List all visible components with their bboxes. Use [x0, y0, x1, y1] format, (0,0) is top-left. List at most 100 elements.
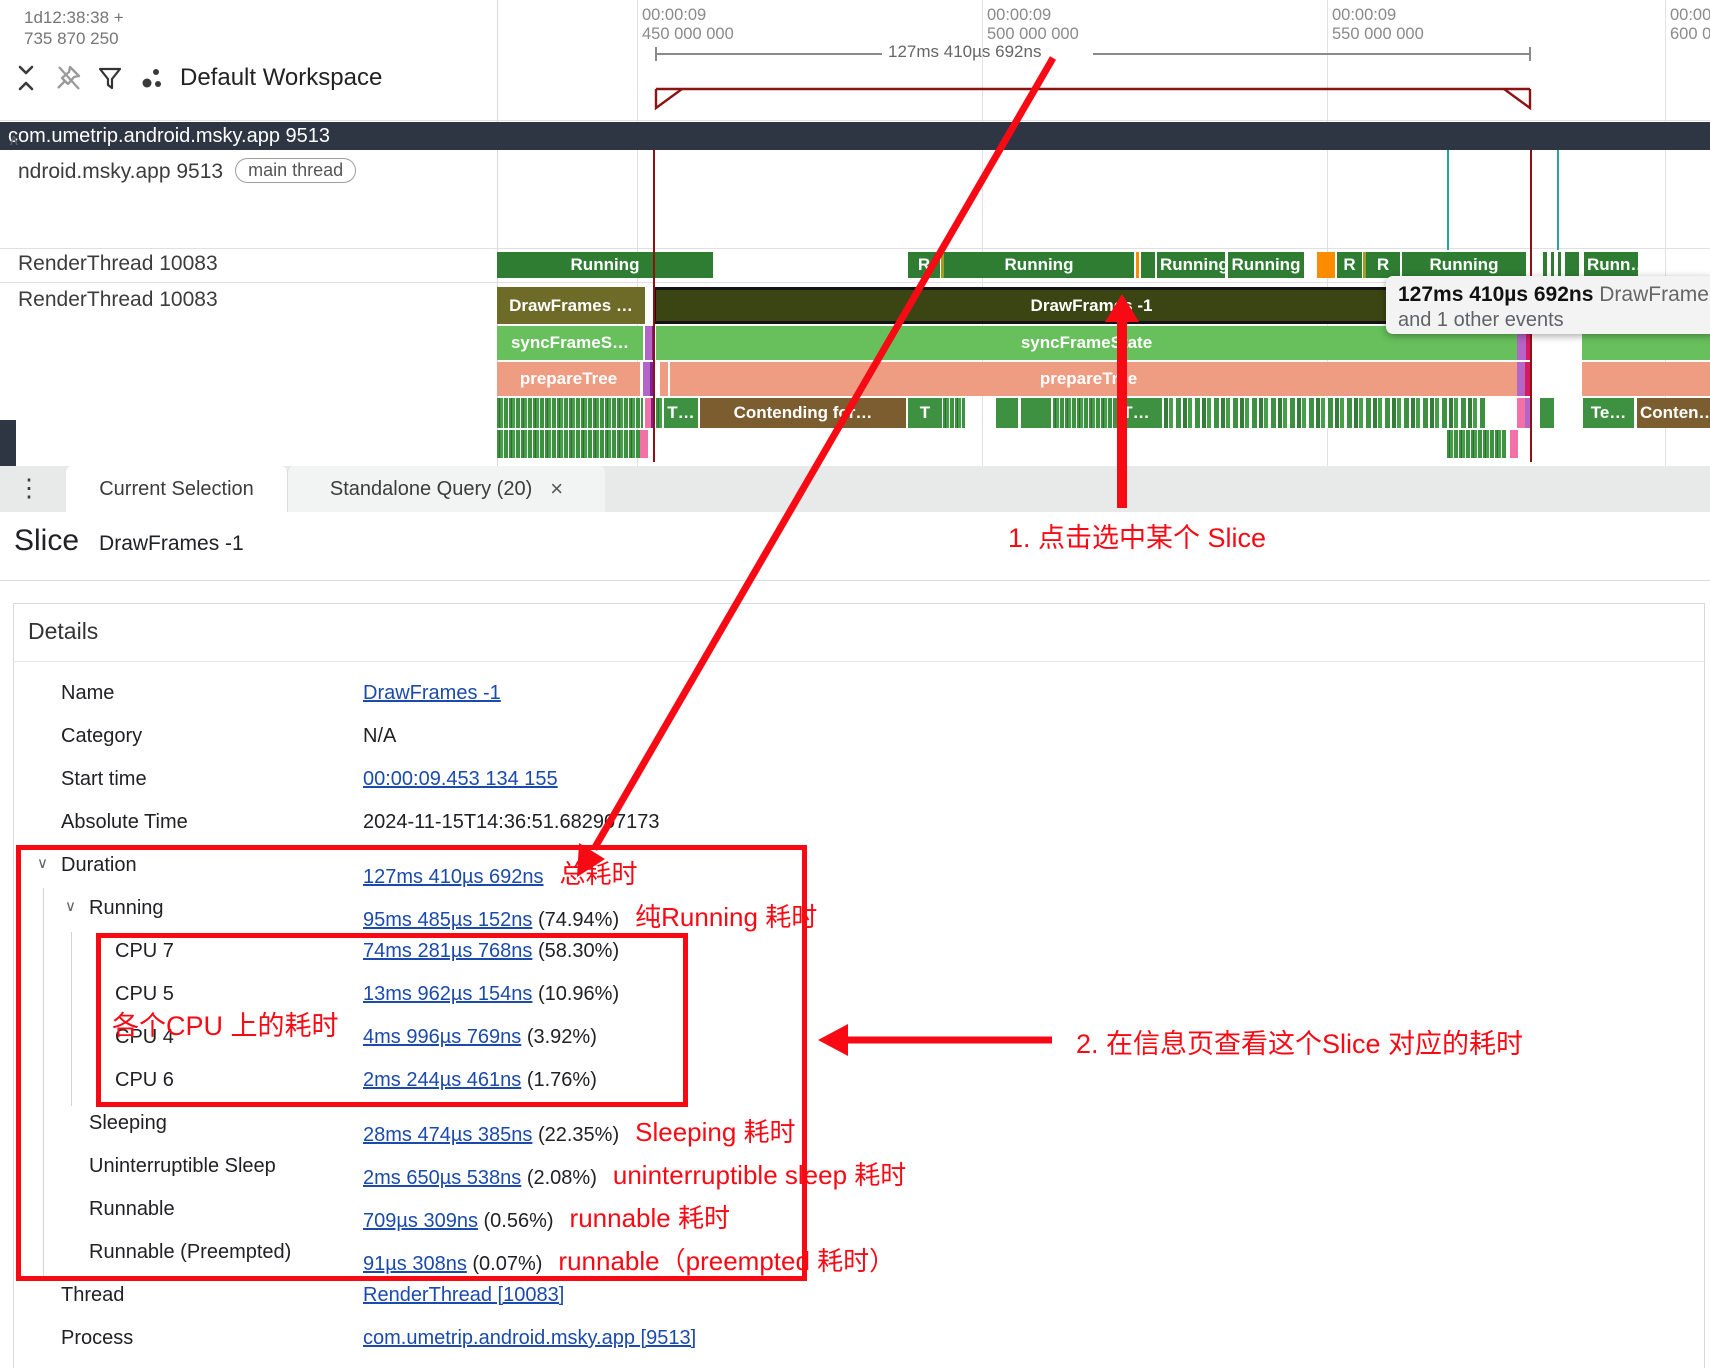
timeline-slice[interactable] [497, 398, 643, 428]
detail-value-link[interactable]: com.umetrip.android.msky.app [9513] [363, 1327, 696, 1349]
collapse-chevron-icon[interactable]: ∨ [65, 897, 76, 915]
detail-value-text: N/A [363, 725, 396, 747]
timeline-slice-prepareTree[interactable]: prepareTree [497, 362, 640, 396]
detail-value-cell: 91µs 308ns (0.07%) runnable（preempted 耗时） [363, 1241, 895, 1278]
vsync-marker [1447, 150, 1449, 250]
slice-label: R [1374, 255, 1392, 275]
details-title-separator [13, 661, 1705, 662]
detail-value-link[interactable]: 13ms 962µs 154ns [363, 983, 532, 1005]
timeline-slice-T[interactable]: T… [664, 398, 698, 428]
detail-value-text: 2024-11-15T14:36:51.682907173 [363, 811, 660, 833]
detail-label: Start time [61, 768, 147, 791]
timeline-slice[interactable] [1517, 362, 1525, 396]
timeline-slice[interactable] [1021, 398, 1051, 428]
timeline-slice[interactable] [1317, 252, 1335, 278]
track-main-thread[interactable]: ndroid.msky.app 9513main thread [18, 158, 356, 184]
slice-label: T [917, 403, 933, 423]
annotation-note: runnable（preempted 耗时） [558, 1246, 895, 1276]
timeline-slice[interactable] [645, 326, 652, 360]
detail-value-link[interactable]: 127ms 410µs 692ns [363, 866, 544, 888]
detail-value-link[interactable]: 709µs 309ns [363, 1210, 478, 1232]
tab-current-selection[interactable]: Current Selection [66, 466, 287, 512]
detail-value-link[interactable]: 91µs 308ns [363, 1253, 467, 1275]
close-icon[interactable]: × [550, 476, 563, 502]
timeline-slice-R[interactable]: R [1366, 252, 1400, 278]
timeline-slice-R[interactable]: R [908, 252, 940, 278]
detail-value-link[interactable]: 2ms 244µs 461ns [363, 1069, 521, 1091]
timeline-slice-prepareTree[interactable]: prepareTree [660, 362, 1517, 396]
collapse-chevron-icon[interactable]: ∨ [37, 854, 48, 872]
timeline-slice[interactable] [1565, 252, 1579, 278]
slice-label: Te… [1588, 403, 1630, 423]
timeline-slice[interactable] [943, 398, 965, 428]
timeline-slice-Running[interactable]: Running [497, 252, 713, 278]
overflow-menu-icon[interactable]: ⋮ [16, 473, 42, 503]
timeline-slice-Conten[interactable]: Conten… [1637, 398, 1710, 428]
timeline-slice-Running[interactable]: Running [1228, 252, 1304, 278]
selection-bracket [0, 0, 1710, 120]
timeline-slice[interactable] [1447, 430, 1507, 458]
track-renderthread-slices[interactable]: RenderThread 10083 [18, 288, 218, 312]
detail-percent: (58.30%) [532, 940, 619, 962]
slice-label: DrawFrames -1 [1028, 296, 1156, 316]
detail-row-absolute-time: Absolute Time2024-11-15T14:36:51.6829071… [0, 803, 1710, 846]
detail-value-cell: 95ms 485µs 152ns (74.94%)纯Running 耗时 [363, 897, 817, 934]
detail-value-link[interactable]: 28ms 474µs 385ns [363, 1124, 532, 1146]
timeline-slice-T[interactable]: T [908, 398, 942, 428]
timeline-slice-Te[interactable]: Te… [1583, 398, 1634, 428]
timeline-slice[interactable] [656, 398, 662, 428]
detail-label: Process [61, 1327, 133, 1350]
track-renderthread-sched[interactable]: RenderThread 10083 [18, 252, 218, 276]
detail-percent: (22.35%) [532, 1124, 619, 1146]
detail-row-thread: ThreadRenderThread [10083] [0, 1276, 1710, 1319]
timeline-slice[interactable] [1141, 252, 1155, 278]
timeline-slice[interactable] [1540, 398, 1554, 428]
annotation-note: runnable 耗时 [570, 1203, 730, 1233]
detail-row-cpu-7: CPU 774ms 281µs 768ns (58.30%) [0, 932, 1710, 975]
timeline-slice-T[interactable]: T… [1115, 398, 1157, 428]
detail-value-link[interactable]: 95ms 485µs 152ns [363, 909, 532, 931]
timeline-slice-Running[interactable]: Running [1157, 252, 1225, 278]
timeline-slice-Running[interactable]: Running [944, 252, 1134, 278]
detail-value-link[interactable]: DrawFrames -1 [363, 682, 501, 704]
detail-row-uninterruptible-sleep: Uninterruptible Sleep2ms 650µs 538ns (2.… [0, 1147, 1710, 1190]
detail-percent: (74.94%) [532, 909, 619, 931]
detail-value-link[interactable]: 00:00:09.453 134 155 [363, 768, 558, 790]
detail-value-cell: 28ms 474µs 385ns (22.35%)Sleeping 耗时 [363, 1112, 796, 1149]
timeline-slice[interactable] [643, 362, 650, 396]
detail-value-cell: 2024-11-15T14:36:51.682907173 [363, 811, 660, 834]
timeline-slice[interactable] [996, 398, 1018, 428]
timeline-slice[interactable] [668, 362, 670, 396]
detail-value-cell: 4ms 996µs 769ns (3.92%) [363, 1026, 597, 1049]
tab-standalone-query[interactable]: Standalone Query (20) × [287, 466, 605, 512]
timeline-slice[interactable] [1157, 398, 1487, 428]
timeline-slice[interactable] [497, 430, 643, 458]
detail-value-link[interactable]: RenderThread [10083] [363, 1284, 564, 1306]
detail-percent: (0.07%) [467, 1253, 543, 1275]
collapse-chevron-icon[interactable]: ∧ [8, 130, 20, 150]
detail-value-link[interactable]: 74ms 281µs 768ns [363, 940, 532, 962]
slice-label: Running [1427, 255, 1502, 275]
timeline-slice-syncFrameS[interactable]: syncFrameS… [497, 326, 643, 360]
process-group-header[interactable]: ∧ com.umetrip.android.msky.app 9513 [0, 122, 1710, 150]
timeline-slice-DrawFrames[interactable]: DrawFrames … [497, 287, 645, 324]
timeline-slice[interactable] [1543, 252, 1547, 278]
timeline-slice[interactable] [640, 430, 648, 458]
timeline-slice-Running[interactable]: Running [1402, 252, 1526, 278]
timeline-slice[interactable] [1551, 252, 1554, 278]
detail-value-link[interactable]: 2ms 650µs 538ns [363, 1167, 521, 1189]
timeline-slice[interactable] [1053, 398, 1115, 428]
timeline-slice[interactable] [1517, 398, 1525, 428]
timeline-slice[interactable] [1582, 362, 1710, 396]
timeline-slice-R[interactable]: R [1337, 252, 1362, 278]
header-separator [0, 580, 1710, 581]
timeline-slice[interactable] [1136, 252, 1139, 278]
timeline-slice[interactable] [1510, 430, 1518, 458]
timeline-slice-Contendingfor[interactable]: Contending for… [700, 398, 906, 428]
detail-value-cell: 2ms 244µs 461ns (1.76%) [363, 1069, 597, 1092]
annotation-step1: 1. 点击选中某个 Slice [1008, 516, 1266, 555]
detail-value-link[interactable]: 4ms 996µs 769ns [363, 1026, 521, 1048]
timeline-slice-Runn[interactable]: Runn… [1584, 252, 1638, 278]
timeline-slice[interactable] [1558, 252, 1561, 278]
slice-label: R [1340, 255, 1358, 275]
